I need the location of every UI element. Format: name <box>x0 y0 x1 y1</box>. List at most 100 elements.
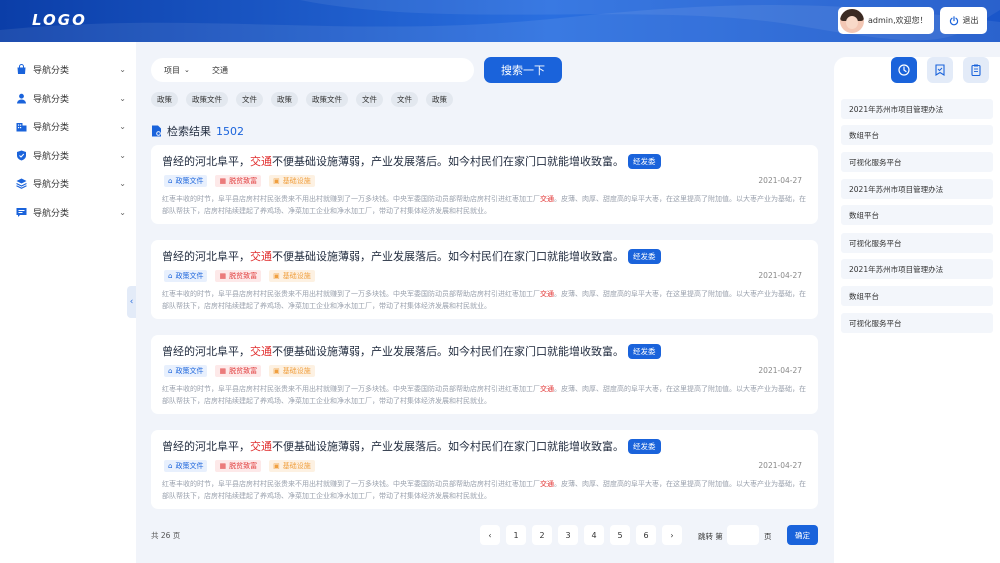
sidebar-item-label: 导航分类 <box>33 208 70 219</box>
grid-icon: ▦ <box>219 177 227 185</box>
result-summary: 检索结果 1502 <box>151 123 244 139</box>
result-card[interactable]: 曾经的河北阜平， 交通 不便基础设施薄弱，产业发展落后。如今村民们在家门口就能增收致… <box>151 430 818 509</box>
sidebar-item-label: 导航分类 <box>33 122 70 133</box>
history-item[interactable]: 数组平台 <box>841 205 993 225</box>
desc-text: 红枣丰收的时节，阜平县店房村村民张贵来不用出村就赚到了一万多块钱。中央军委国防动… <box>162 290 540 298</box>
result-card-title[interactable]: 曾经的河北阜平， 交通 不便基础设施薄弱，产业发展落后。如今村民们在家门口就能增收致… <box>162 438 661 454</box>
quick-tag[interactable]: 政策文件 <box>306 92 348 107</box>
tag-infrastructure: ▣ 基础设施 <box>269 270 315 282</box>
tag-policy-file: ⌂ 政策文件 <box>164 270 208 282</box>
page-button-6[interactable]: 6 <box>636 525 656 545</box>
prev-page-button[interactable]: ‹ <box>480 525 500 545</box>
home-icon: ⌂ <box>168 367 173 375</box>
history-item[interactable]: 可视化服务平台 <box>841 152 993 172</box>
history-item[interactable]: 可视化服务平台 <box>841 233 993 253</box>
title-text: 不便基础设施薄弱，产业发展落后。如今村民们在家门口就能增收致富。 <box>272 250 624 263</box>
page-button-1[interactable]: 1 <box>506 525 526 545</box>
search-input[interactable] <box>212 65 452 75</box>
sidebar-item-4[interactable]: 导航分类 ⌄ <box>16 146 126 164</box>
chevron-down-icon: ⌄ <box>184 66 190 74</box>
card-tags: ⌂ 政策文件 ▦ 脱贫致富 ▣ 基础设施 <box>164 460 315 472</box>
result-date: 2021-04-27 <box>758 271 802 280</box>
title-text: 曾经的河北阜平， <box>162 250 250 263</box>
sidebar-item-5[interactable]: 导航分类 ⌄ <box>16 174 126 192</box>
result-card[interactable]: 曾经的河北阜平， 交通 不便基础设施薄弱，产业发展落后。如今村民们在家门口就能增收致… <box>151 240 818 319</box>
history-item[interactable]: 数组平台 <box>841 286 993 306</box>
user-menu[interactable]: admin,欢迎您！ <box>838 7 934 34</box>
result-label: 检索结果 <box>167 125 211 138</box>
sidebar-item-label: 导航分类 <box>33 179 70 190</box>
page-button-5[interactable]: 5 <box>610 525 630 545</box>
bookmark-icon <box>935 64 945 76</box>
sidebar-collapse-toggle[interactable]: ‹ <box>127 286 136 318</box>
card-tags: ⌂ 政策文件 ▦ 脱贫致富 ▣ 基础设施 <box>164 365 315 377</box>
desc-highlight: 交通 <box>540 385 554 393</box>
sidebar-item-label: 导航分类 <box>33 94 70 105</box>
app-logo[interactable]: LOGO <box>32 11 87 29</box>
quick-tag[interactable]: 政策 <box>151 92 178 107</box>
result-card[interactable]: 曾经的河北阜平， 交通 不便基础设施薄弱，产业发展落后。如今村民们在家门口就能增收致… <box>151 335 818 414</box>
history-item[interactable]: 2021年苏州市项目管理办法 <box>841 259 993 279</box>
quick-tag[interactable]: 政策文件 <box>186 92 228 107</box>
search-button[interactable]: 搜索一下 <box>484 57 562 83</box>
desc-text: 红枣丰收的时节，阜平县店房村村民张贵来不用出村就赚到了一万多块钱。中央军委国防动… <box>162 195 540 203</box>
history-item[interactable]: 2021年苏州市项目管理办法 <box>841 99 993 119</box>
chevron-down-icon: ⌄ <box>119 207 126 217</box>
page-button-2[interactable]: 2 <box>532 525 552 545</box>
title-highlight: 交通 <box>250 250 272 263</box>
tag-infrastructure: ▣ 基础设施 <box>269 460 315 472</box>
clipboard-tab[interactable] <box>963 57 989 83</box>
result-card-title[interactable]: 曾经的河北阜平， 交通 不便基础设施薄弱，产业发展落后。如今村民们在家门口就能增收致… <box>162 248 661 264</box>
quick-tag[interactable]: 文件 <box>236 92 263 107</box>
logout-button[interactable]: 退出 <box>940 7 987 34</box>
history-item[interactable]: 2021年苏州市项目管理办法 <box>841 179 993 199</box>
quick-tag[interactable]: 文件 <box>391 92 418 107</box>
clock-icon <box>898 64 910 76</box>
message-icon <box>16 207 27 218</box>
title-text: 曾经的河北阜平， <box>162 345 250 358</box>
jump-label: 跳转 第 <box>698 532 723 541</box>
sidebar-item-2[interactable]: 导航分类 ⌄ <box>16 89 126 107</box>
result-description: 红枣丰收的时节，阜平县店房村村民张贵来不用出村就赚到了一万多块钱。中央军委国防动… <box>162 383 807 407</box>
page-jump-input[interactable] <box>727 525 759 545</box>
quick-tag[interactable]: 文件 <box>356 92 383 107</box>
quick-tags: 政策 政策文件 文件 政策 政策文件 文件 文件 政策 <box>151 92 453 107</box>
card-tags: ⌂ 政策文件 ▦ 脱贫致富 ▣ 基础设施 <box>164 270 315 282</box>
sidebar-item-3[interactable]: 导航分类 ⌄ <box>16 117 126 135</box>
chevron-down-icon: ⌄ <box>119 121 126 131</box>
result-card[interactable]: 曾经的河北阜平， 交通 不便基础设施薄弱，产业发展落后。如今村民们在家门口就能增收致… <box>151 145 818 224</box>
result-card-title[interactable]: 曾经的河北阜平， 交通 不便基础设施薄弱，产业发展落后。如今村民们在家门口就能增收致… <box>162 343 661 359</box>
search-type-select[interactable]: 项目 ⌄ <box>164 65 202 76</box>
chevron-down-icon: ⌄ <box>119 150 126 160</box>
tag-policy-file: ⌂ 政策文件 <box>164 175 208 187</box>
title-text: 不便基础设施薄弱，产业发展落后。如今村民们在家门口就能增收致富。 <box>272 155 624 168</box>
page-button-3[interactable]: 3 <box>558 525 578 545</box>
next-page-button[interactable]: › <box>662 525 682 545</box>
result-date: 2021-04-27 <box>758 176 802 185</box>
confirm-button[interactable]: 确定 <box>787 525 818 545</box>
result-date: 2021-04-27 <box>758 366 802 375</box>
result-description: 红枣丰收的时节，阜平县店房村村民张贵来不用出村就赚到了一万多块钱。中央军委国防动… <box>162 288 807 312</box>
quick-tag[interactable]: 政策 <box>426 92 453 107</box>
history-item[interactable]: 数组平台 <box>841 125 993 145</box>
page-button-4[interactable]: 4 <box>584 525 604 545</box>
quick-tag[interactable]: 政策 <box>271 92 298 107</box>
bag-icon <box>16 63 27 75</box>
sidebar: 导航分类 ⌄ 导航分类 ⌄ 导航分类 ⌄ 导航分类 ⌄ 导航分类 ⌄ 导航分类 … <box>0 42 136 563</box>
tag-infrastructure: ▣ 基础设施 <box>269 365 315 377</box>
page-unit-label: 页 <box>764 532 772 541</box>
desc-highlight: 交通 <box>540 480 554 488</box>
sidebar-item-label: 导航分类 <box>33 65 70 76</box>
tag-label: 脱贫致富 <box>229 367 258 375</box>
sidebar-item-6[interactable]: 导航分类 ⌄ <box>16 203 126 221</box>
result-card-title[interactable]: 曾经的河北阜平， 交通 不便基础设施薄弱，产业发展落后。如今村民们在家门口就能增收致… <box>162 153 661 169</box>
sidebar-item-1[interactable]: 导航分类 ⌄ <box>16 60 126 78</box>
desc-text: 红枣丰收的时节，阜平县店房村村民张贵来不用出村就赚到了一万多块钱。中央军委国防动… <box>162 385 540 393</box>
tag-label: 基础设施 <box>282 462 311 470</box>
title-text: 曾经的河北阜平， <box>162 440 250 453</box>
grid-icon: ▦ <box>219 272 227 280</box>
tag-label: 基础设施 <box>282 177 311 185</box>
history-item[interactable]: 可视化服务平台 <box>841 313 993 333</box>
bookmark-tab[interactable] <box>927 57 953 83</box>
history-tab[interactable] <box>891 57 917 83</box>
